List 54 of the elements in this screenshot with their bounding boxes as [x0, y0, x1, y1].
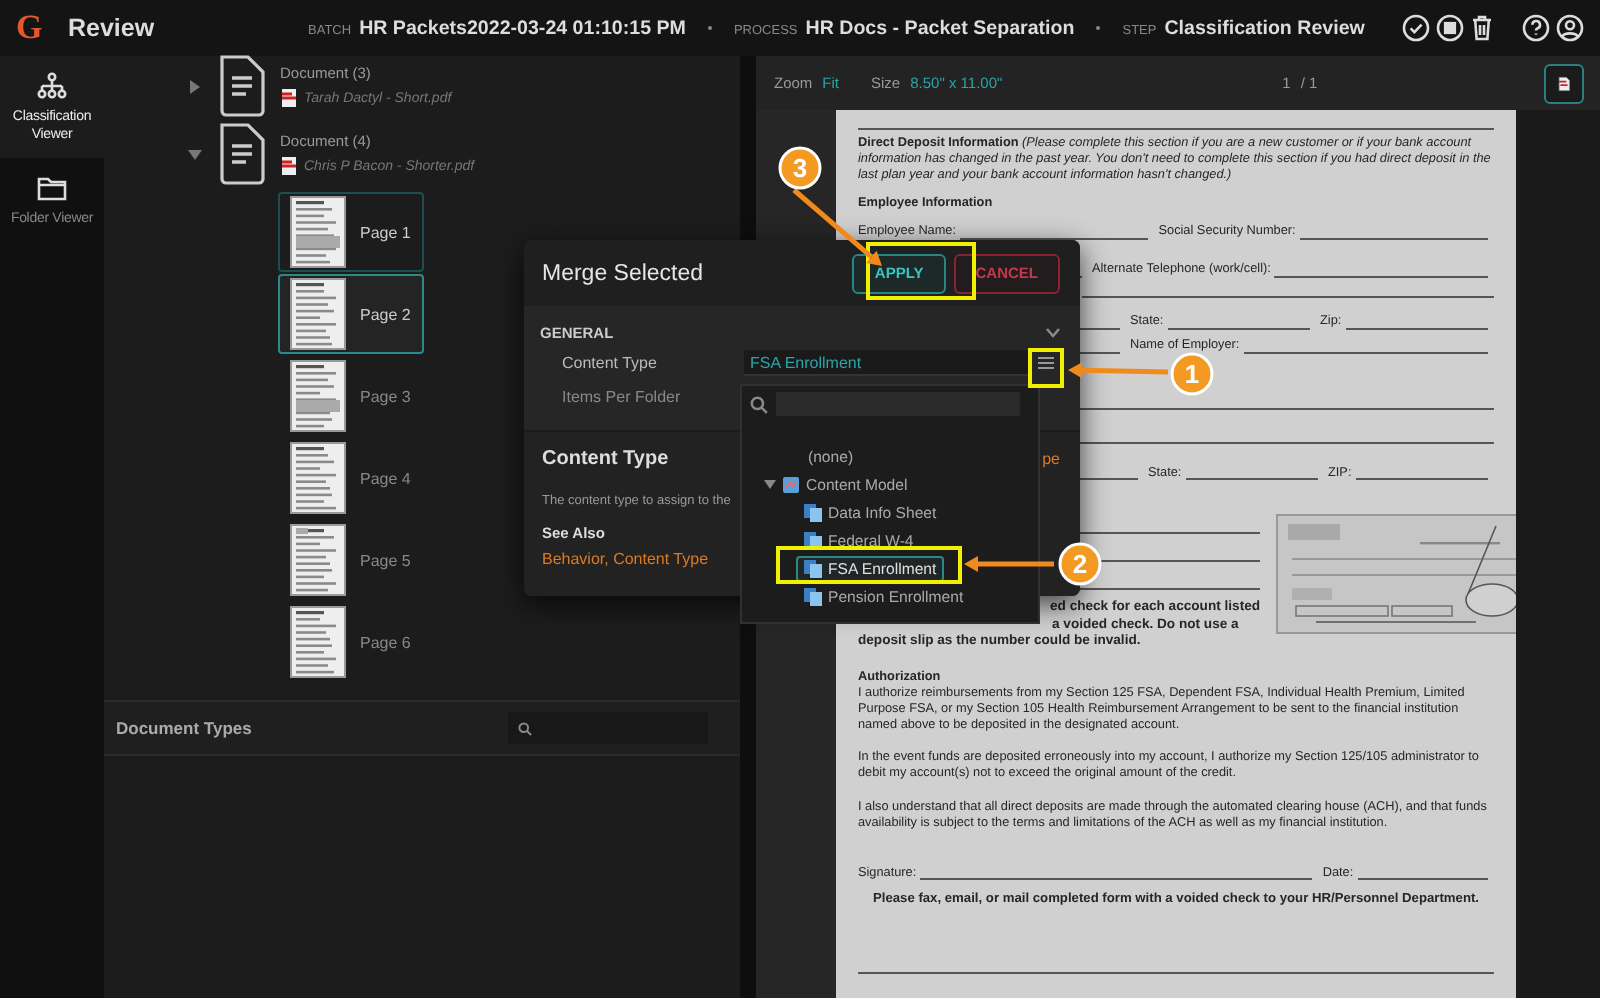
pointer-arrow [1068, 362, 1169, 379]
callout-badge: 2 [1058, 542, 1102, 586]
page-item[interactable]: Page 5 [278, 520, 424, 600]
pointer-arrow [964, 556, 1054, 572]
highlight-frame [866, 242, 976, 300]
document-icon [216, 54, 268, 118]
folder-icon[interactable] [36, 173, 68, 202]
document-icon [216, 122, 268, 186]
help-icon[interactable] [1522, 14, 1550, 42]
help-link[interactable]: pe [1042, 450, 1060, 468]
field-label: Content Type [562, 354, 659, 372]
pdf-icon [280, 156, 298, 176]
page-thumbnail [290, 442, 346, 514]
page-thumbnail [290, 360, 346, 432]
app-title: Review [68, 14, 157, 42]
field-value: HR Packets2022-03-24 01:10:15 PM [359, 17, 686, 39]
page-item[interactable]: Page 2 [278, 274, 424, 354]
field-value: Classification Review [1164, 17, 1365, 39]
search-field[interactable] [508, 712, 708, 744]
page-item[interactable]: Page 4 [278, 438, 424, 518]
page-thumbnail [290, 524, 346, 596]
callout-badge: 1 [1170, 352, 1214, 396]
page-item[interactable]: Page 3 [278, 356, 424, 436]
panel-title: Document Types [116, 718, 254, 738]
model-icon [782, 475, 800, 493]
menu-icon [1038, 356, 1054, 370]
caret-icon[interactable] [187, 79, 201, 93]
page-thumbnail [290, 196, 346, 268]
caret-icon[interactable] [187, 147, 201, 161]
pdf-icon [280, 88, 298, 108]
content-type-field[interactable]: FSA Enrollment [744, 350, 1030, 376]
help-links[interactable]: Behavior, Content Type [542, 550, 709, 568]
callout-badge: 3 [778, 146, 822, 190]
hierarchy-icon[interactable] [36, 72, 68, 100]
trash-icon[interactable] [1470, 14, 1494, 42]
page-thumbnail [290, 278, 346, 350]
dialog-title: Merge Selected [542, 261, 706, 285]
field-label: Items Per Folder [562, 388, 683, 406]
check-circle-icon[interactable] [1402, 14, 1430, 42]
logo: G [16, 8, 45, 48]
page-thumbnail [290, 606, 346, 678]
search-icon [750, 395, 768, 413]
pdf-icon [1558, 71, 1570, 95]
pdf-button[interactable] [1544, 63, 1584, 103]
page-item[interactable]: Page 1 [278, 192, 424, 272]
help-title: Content Type [542, 448, 669, 470]
user-icon[interactable] [1556, 14, 1584, 42]
search-icon [518, 719, 532, 737]
highlight-frame [1028, 348, 1064, 388]
page-item[interactable]: Page 6 [278, 602, 424, 682]
caret-icon[interactable] [764, 478, 776, 490]
stop-icon[interactable] [1436, 14, 1464, 42]
chevron-icon[interactable] [1046, 328, 1060, 338]
field-value: HR Docs - Packet Separation [805, 17, 1075, 39]
